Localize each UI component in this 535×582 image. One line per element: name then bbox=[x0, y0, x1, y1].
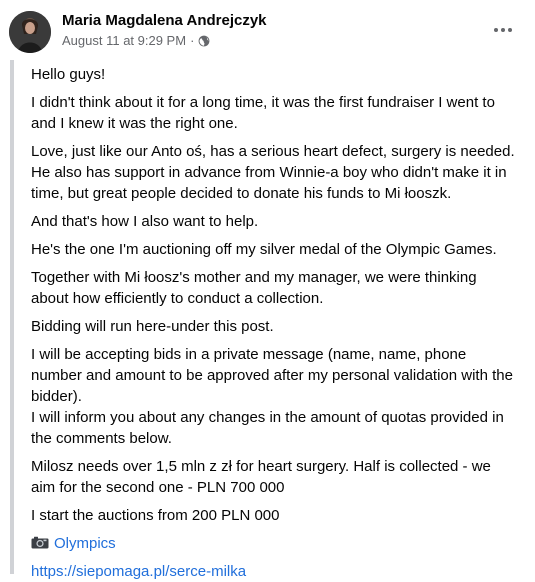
avatar[interactable] bbox=[9, 11, 51, 53]
facebook-post: Maria Magdalena Andrejczyk August 11 at … bbox=[0, 0, 535, 580]
post-paragraph: Love, just like our Anto oś, has a serio… bbox=[31, 143, 515, 202]
author-name[interactable]: Maria Magdalena Andrejczyk bbox=[62, 12, 267, 29]
post-paragraph: He's the one I'm auctioning off my silve… bbox=[31, 241, 497, 258]
hashtag-line: Olympics bbox=[31, 533, 515, 554]
more-options-icon[interactable] bbox=[489, 20, 517, 40]
post-paragraph: I start the auctions from 200 PLN 000 bbox=[31, 507, 280, 524]
meta-separator: · bbox=[190, 33, 195, 48]
post-meta: August 11 at 9:29 PM · bbox=[62, 33, 210, 48]
post-paragraph: And that's how I also want to help. bbox=[31, 213, 259, 230]
globe-icon[interactable] bbox=[198, 35, 210, 47]
post-paragraph: I will be accepting bids in a private me… bbox=[31, 346, 513, 405]
post-date[interactable]: August 11 at 9:29 PM bbox=[62, 33, 186, 48]
camera-icon bbox=[31, 534, 49, 549]
post-paragraph: I will inform you about any changes in t… bbox=[31, 409, 504, 447]
post-paragraph: Milosz needs over 1,5 mln z zł for heart… bbox=[31, 458, 491, 496]
link-line: https://siepomaga.pl/serce-milka bbox=[31, 561, 515, 582]
post-paragraph: Bidding will run here-under this post. bbox=[31, 318, 274, 335]
post-header: Maria Magdalena Andrejczyk August 11 at … bbox=[0, 0, 535, 58]
post-paragraph: Hello guys! bbox=[31, 66, 106, 83]
post-paragraph: Together with Mi łoosz's mother and my m… bbox=[31, 269, 477, 307]
fundraiser-link[interactable]: https://siepomaga.pl/serce-milka bbox=[31, 563, 246, 580]
hashtag-olympics[interactable]: Olympics bbox=[54, 535, 116, 552]
post-paragraph: I didn't think about it for a long time,… bbox=[31, 94, 495, 132]
post-body: Hello guys! I didn't think about it for … bbox=[10, 60, 525, 580]
